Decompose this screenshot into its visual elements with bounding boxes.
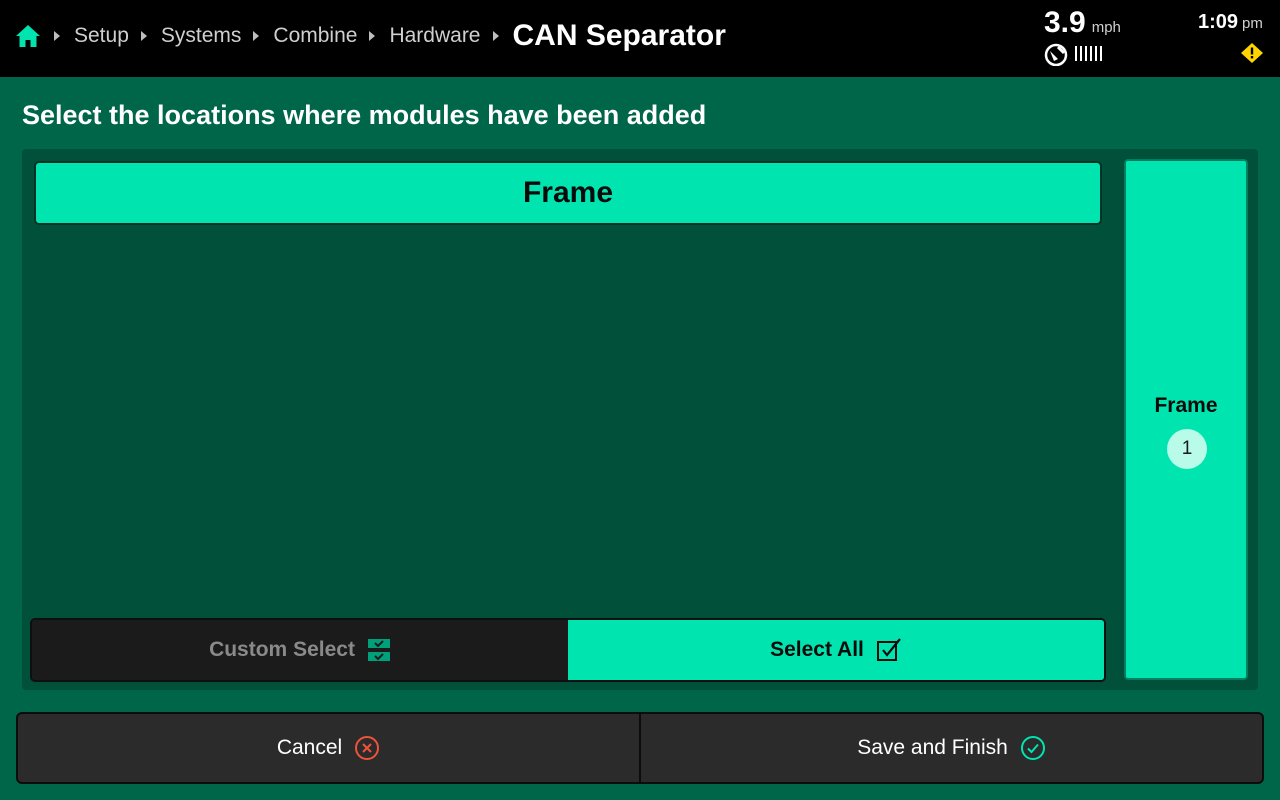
check-circle-icon	[1020, 736, 1045, 760]
breadcrumb-combine[interactable]: Combine	[273, 24, 357, 48]
chevron-right-icon	[492, 31, 499, 41]
clock-time: 1:09	[1198, 11, 1239, 33]
chevron-right-icon	[369, 31, 376, 41]
speed-value: 3.9	[1044, 6, 1086, 39]
clock: 1:09 pm	[1198, 11, 1263, 34]
cancel-button[interactable]: Cancel	[18, 714, 641, 782]
warning-icon[interactable]	[1241, 43, 1263, 63]
breadcrumb-hardware[interactable]: Hardware	[389, 24, 480, 48]
chevron-right-icon	[54, 31, 60, 41]
module-count-badge: 1	[1167, 429, 1207, 469]
cancel-label: Cancel	[276, 736, 343, 759]
chevron-right-icon	[253, 31, 260, 41]
top-bar: Setup Systems Combine Hardware CAN Separ…	[0, 0, 1280, 77]
speed-unit: mph	[1091, 19, 1121, 36]
clock-ampm: pm	[1242, 15, 1263, 32]
home-icon[interactable]	[14, 22, 42, 50]
gps-satellite-icon[interactable]	[1044, 42, 1070, 66]
side-tab-label: Frame	[1154, 394, 1218, 417]
breadcrumb-systems[interactable]: Systems	[161, 24, 242, 48]
signal-bars-icon	[1075, 46, 1102, 61]
instruction-heading: Select the locations where modules have …	[22, 100, 707, 130]
select-all-label: Select All	[770, 638, 864, 661]
breadcrumb: Setup Systems Combine Hardware CAN Separ…	[14, 0, 726, 72]
save-and-finish-button[interactable]: Save and Finish	[641, 714, 1262, 782]
page-title: CAN Separator	[512, 19, 726, 52]
custom-select-icon	[367, 639, 390, 661]
chevron-right-icon	[140, 31, 147, 41]
frame-section-header[interactable]: Frame	[34, 161, 1102, 225]
cancel-circle-x-icon	[355, 736, 380, 760]
location-panel: Frame Custom Select Select All Frame 1	[22, 149, 1258, 690]
breadcrumb-setup[interactable]: Setup	[74, 24, 129, 48]
custom-select-button[interactable]: Custom Select	[32, 620, 568, 680]
save-label: Save and Finish	[857, 736, 1008, 759]
speed-readout: 3.9 mph	[1044, 6, 1121, 40]
select-all-button[interactable]: Select All	[568, 620, 1104, 680]
selection-mode-toggle: Custom Select Select All	[30, 618, 1106, 682]
custom-select-label: Custom Select	[209, 638, 355, 661]
footer-actions: Cancel Save and Finish	[16, 712, 1264, 784]
checkbox-check-icon	[876, 638, 901, 661]
side-tab-frame[interactable]: Frame 1	[1124, 159, 1248, 680]
